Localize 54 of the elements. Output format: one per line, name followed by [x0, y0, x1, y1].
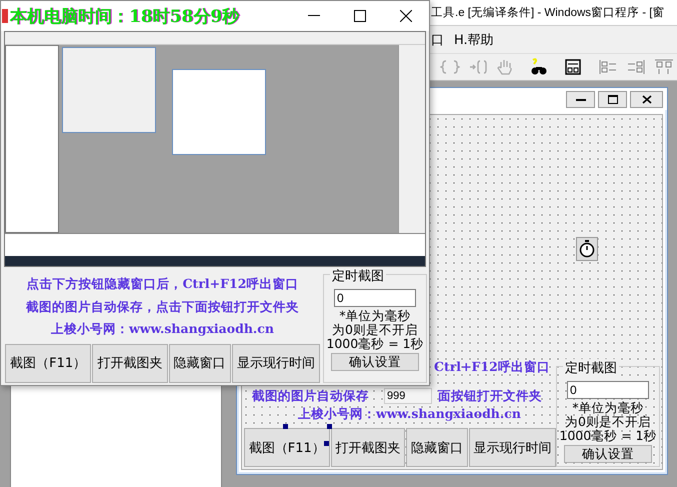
confirm-settings-button[interactable]: 确认设置: [331, 353, 419, 371]
note-text: 为0则是不开启: [565, 415, 651, 429]
window-title: 工具.e [无编译条件] - Windows窗口程序 - [窗: [431, 5, 664, 20]
hand-icon[interactable]: [496, 58, 514, 76]
interval-input-field[interactable]: 0: [334, 289, 416, 307]
minimize-icon: [576, 97, 586, 101]
info-text: 上梭小号网：www.shangxiaodh.cn: [51, 321, 274, 338]
toolbar-button[interactable]: 隐藏窗口: [406, 428, 468, 467]
stopwatch-icon: [576, 237, 598, 261]
binoculars-icon[interactable]: [530, 58, 548, 76]
menu-item[interactable]: H.帮助: [454, 30, 494, 48]
selection-handle[interactable]: [324, 441, 329, 446]
info-text: 上梭小号网：www.shangxiaodh.cn: [298, 406, 521, 423]
note-text: 1000毫秒 = 1秒: [559, 429, 657, 443]
braces-icon[interactable]: [440, 58, 460, 76]
clock-text: 本机电脑时间：18时58分9秒: [10, 6, 240, 28]
info-text: 截图的图片自动保存，点击下面按钮打开文件夹: [26, 298, 299, 316]
info-text: Ctrl+F12呼出窗口: [434, 359, 550, 376]
toolbar-button[interactable]: 显示现行时间: [468, 428, 556, 467]
toolbar-button[interactable]: 打开截图夹: [330, 428, 406, 467]
maximize-icon: [354, 10, 366, 22]
info-text: 点击下方按钮隐藏窗口后，Ctrl+F12呼出窗口: [26, 276, 298, 293]
group-title: 定时截图: [563, 359, 619, 377]
info-text: 面按钮打开文件夹: [438, 388, 542, 405]
align-top-icon[interactable]: [654, 59, 674, 75]
maximize-icon: [608, 94, 618, 104]
braces-icon[interactable]: [468, 58, 488, 76]
selection-handle[interactable]: [283, 424, 288, 429]
window-layout-icon[interactable]: [564, 58, 582, 76]
align-left-icon[interactable]: [598, 59, 618, 75]
app-icon: [2, 9, 8, 23]
selection-handle[interactable]: [327, 424, 332, 429]
close-icon: [400, 10, 412, 22]
toolbar-button[interactable]: 显示现行时间: [232, 344, 320, 383]
toolbar-button[interactable]: 截图（F11）: [5, 344, 92, 383]
maximize-button[interactable]: [598, 90, 627, 108]
toolbar-button[interactable]: 截图（F11）: [244, 428, 330, 467]
align-right-icon[interactable]: [626, 59, 646, 75]
minimize-icon: [308, 15, 320, 17]
note-text: *单位为毫秒: [572, 401, 644, 415]
toolbar-button[interactable]: 隐藏窗口: [168, 344, 231, 383]
close-button[interactable]: [630, 90, 663, 108]
confirm-settings-button[interactable]: 确认设置: [564, 445, 652, 463]
close-icon: [642, 94, 652, 104]
interval-input-field[interactable]: 0: [567, 381, 649, 399]
info-text: 截图的图片自动保存: [252, 388, 369, 405]
minimize-button[interactable]: [566, 90, 595, 108]
menu-item[interactable]: 口: [431, 30, 444, 48]
toolbar-button[interactable]: 打开截图夹: [92, 344, 168, 383]
note-text: *单位为毫秒: [339, 309, 411, 323]
note-text: 为0则是不开启: [332, 323, 418, 337]
note-text: 1000毫秒 = 1秒: [326, 337, 424, 351]
text-input-field[interactable]: 999: [384, 388, 432, 404]
group-title: 定时截图: [330, 267, 386, 285]
